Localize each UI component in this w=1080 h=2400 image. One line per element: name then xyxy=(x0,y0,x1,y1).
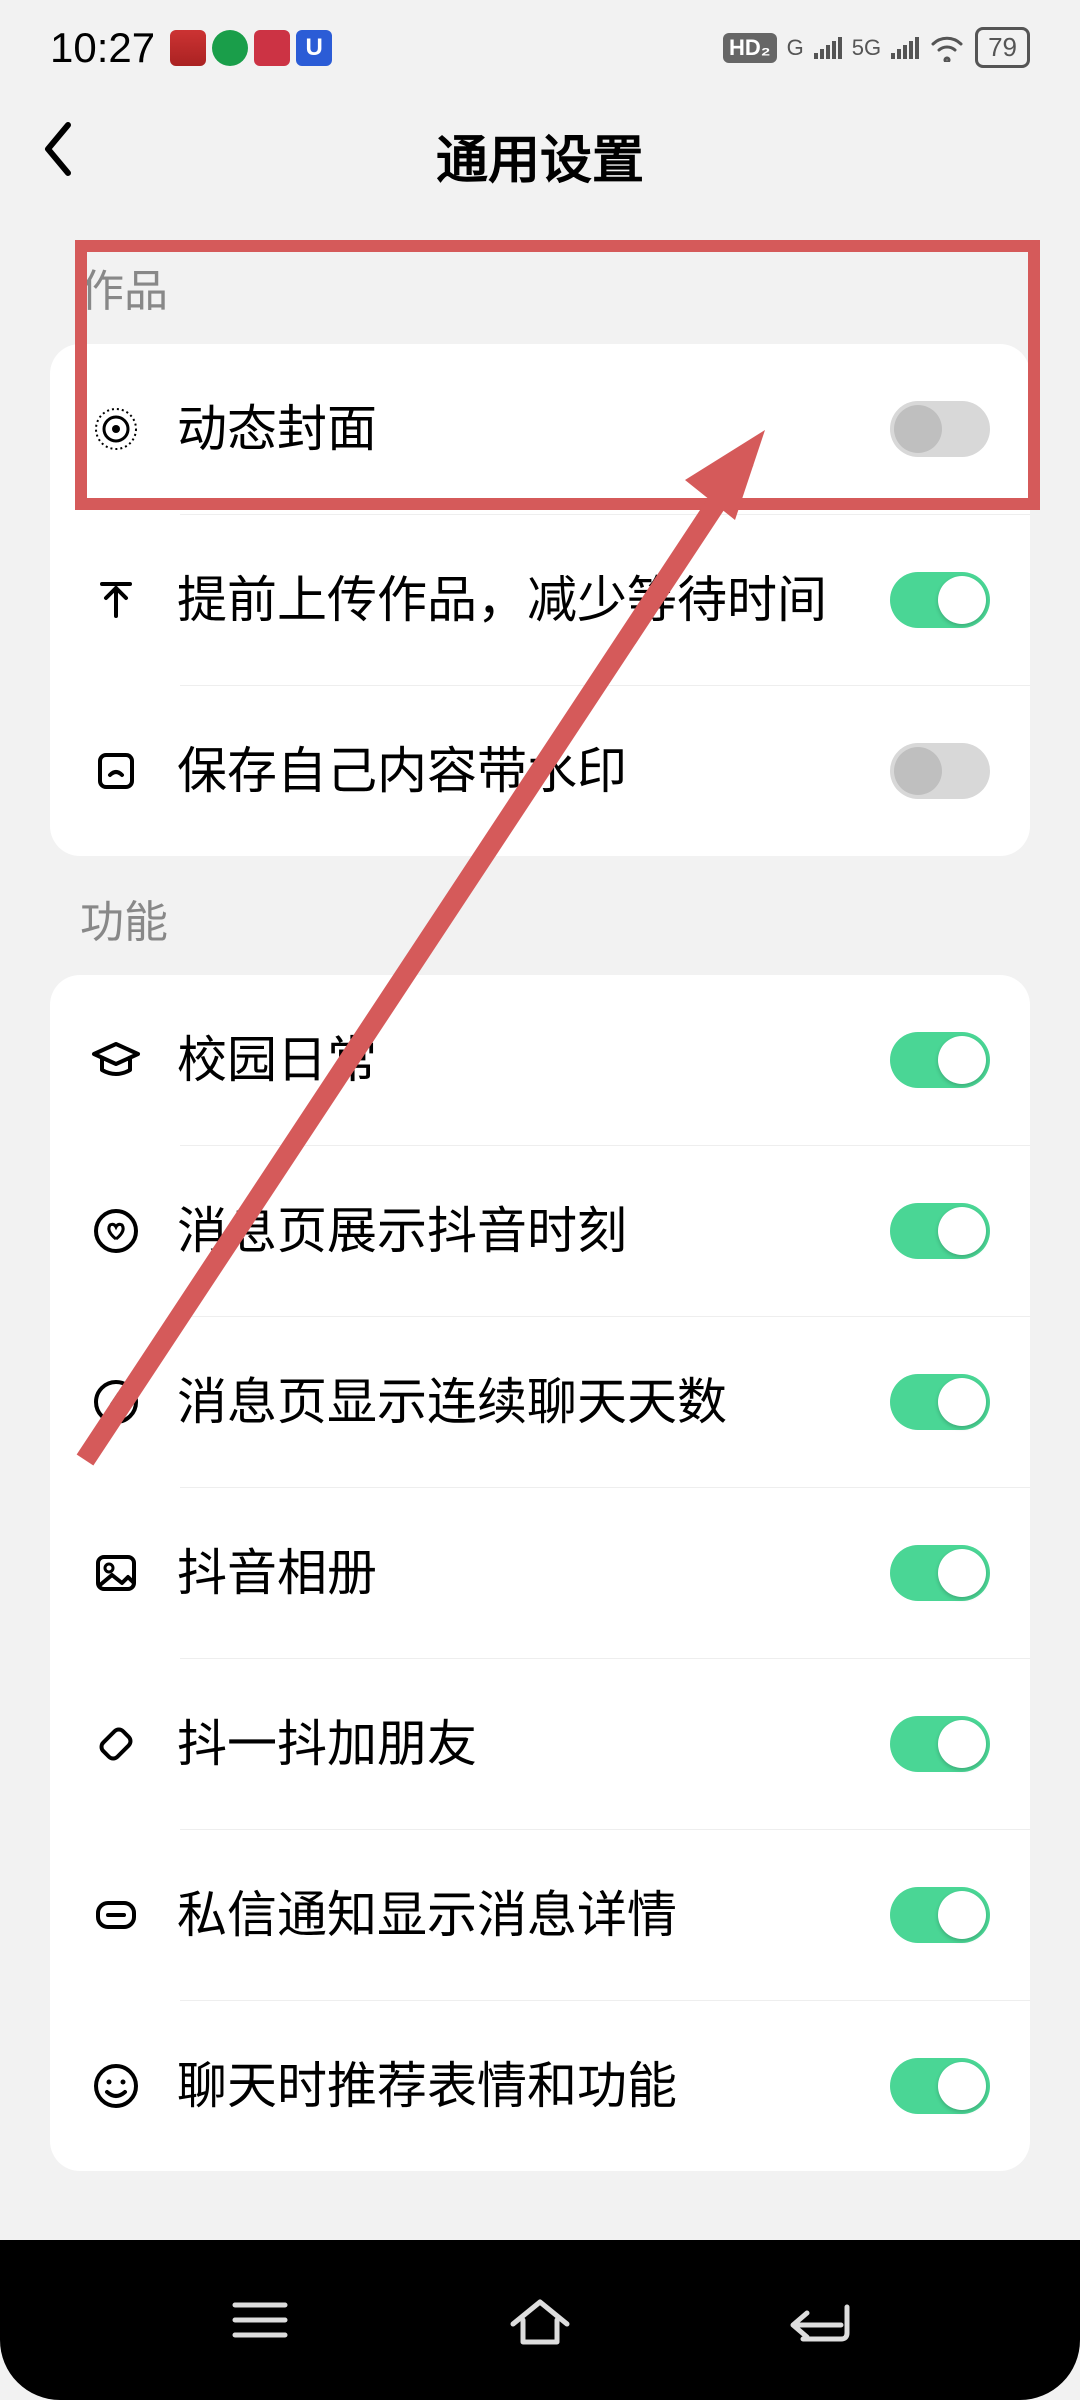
row-dmdetail[interactable]: 私信通知显示消息详情 xyxy=(50,1830,1030,2000)
toggle-shake[interactable] xyxy=(890,1716,990,1772)
row-label: 保存自己内容带水印 xyxy=(177,736,855,806)
upload-icon xyxy=(90,576,142,624)
toggle-album[interactable] xyxy=(890,1545,990,1601)
row-preupload[interactable]: 提前上传作品，减少等待时间 xyxy=(50,515,1030,685)
signal-bars-1 xyxy=(814,37,842,59)
save-icon xyxy=(90,747,142,795)
shake-icon xyxy=(90,1720,142,1768)
hd-badge: HD₂ xyxy=(723,33,777,63)
app-icon-4: U xyxy=(296,30,332,66)
wifi-icon xyxy=(929,34,965,62)
nav-header: 通用设置 xyxy=(0,85,1080,225)
page-title: 通用设置 xyxy=(40,118,1040,193)
row-campus[interactable]: 校园日常 xyxy=(50,975,1030,1145)
target-icon xyxy=(90,405,142,453)
row-suggest-sticker[interactable]: 聊天时推荐表情和功能 xyxy=(50,2001,1030,2171)
app-icon-2 xyxy=(212,30,248,66)
row-label: 校园日常 xyxy=(177,1025,855,1095)
row-label: 抖一抖加朋友 xyxy=(177,1709,855,1779)
network-5g: 5G xyxy=(852,35,881,61)
recent-apps-button[interactable] xyxy=(220,2280,300,2360)
toggle-watermark[interactable] xyxy=(890,743,990,799)
row-label: 私信通知显示消息详情 xyxy=(177,1880,855,1950)
bolt-circle-icon xyxy=(90,1378,142,1426)
status-bar: 10:27 U HD₂ G 5G xyxy=(0,0,1080,85)
app-icon-1 xyxy=(170,30,206,66)
toggle-preupload[interactable] xyxy=(890,572,990,628)
back-button[interactable] xyxy=(40,119,76,192)
row-label: 消息页展示抖音时刻 xyxy=(177,1196,855,1266)
status-time: 10:27 xyxy=(50,24,155,72)
image-icon xyxy=(90,1549,142,1597)
row-moments[interactable]: 消息页展示抖音时刻 xyxy=(50,1146,1030,1316)
cap-icon xyxy=(90,1034,142,1086)
network-g: G xyxy=(787,35,804,61)
row-label: 消息页显示连续聊天天数 xyxy=(177,1367,855,1437)
row-album[interactable]: 抖音相册 xyxy=(50,1488,1030,1658)
row-label: 聊天时推荐表情和功能 xyxy=(177,2051,855,2121)
battery-indicator: 79 xyxy=(975,27,1030,68)
row-chatstreak[interactable]: 消息页显示连续聊天天数 xyxy=(50,1317,1030,1487)
row-label: 提前上传作品，减少等待时间 xyxy=(177,565,855,635)
section-label-works: 作品 xyxy=(0,225,1080,344)
row-dynamic-cover[interactable]: 动态封面 xyxy=(50,344,1030,514)
toggle-dmdetail[interactable] xyxy=(890,1887,990,1943)
system-nav-bar xyxy=(0,2240,1080,2400)
section-label-functions: 功能 xyxy=(0,856,1080,975)
toggle-suggest-sticker[interactable] xyxy=(890,2058,990,2114)
smile-icon xyxy=(90,2062,142,2110)
row-label: 抖音相册 xyxy=(177,1538,855,1608)
card-works: 动态封面 提前上传作品，减少等待时间 保存自己内容带水印 xyxy=(50,344,1030,856)
row-shake[interactable]: 抖一抖加朋友 xyxy=(50,1659,1030,1829)
message-icon xyxy=(90,1891,142,1939)
heart-circle-icon xyxy=(90,1207,142,1255)
row-watermark[interactable]: 保存自己内容带水印 xyxy=(50,686,1030,856)
toggle-campus[interactable] xyxy=(890,1032,990,1088)
status-app-icons: U xyxy=(170,30,332,66)
card-functions: 校园日常 消息页展示抖音时刻 消息页显示连续聊天天数 抖音相册 xyxy=(50,975,1030,2171)
home-button[interactable] xyxy=(500,2280,580,2360)
app-icon-3 xyxy=(254,30,290,66)
signal-bars-2 xyxy=(891,37,919,59)
row-label: 动态封面 xyxy=(177,394,855,464)
back-system-button[interactable] xyxy=(780,2280,860,2360)
toggle-dynamic-cover[interactable] xyxy=(890,401,990,457)
toggle-chatstreak[interactable] xyxy=(890,1374,990,1430)
toggle-moments[interactable] xyxy=(890,1203,990,1259)
